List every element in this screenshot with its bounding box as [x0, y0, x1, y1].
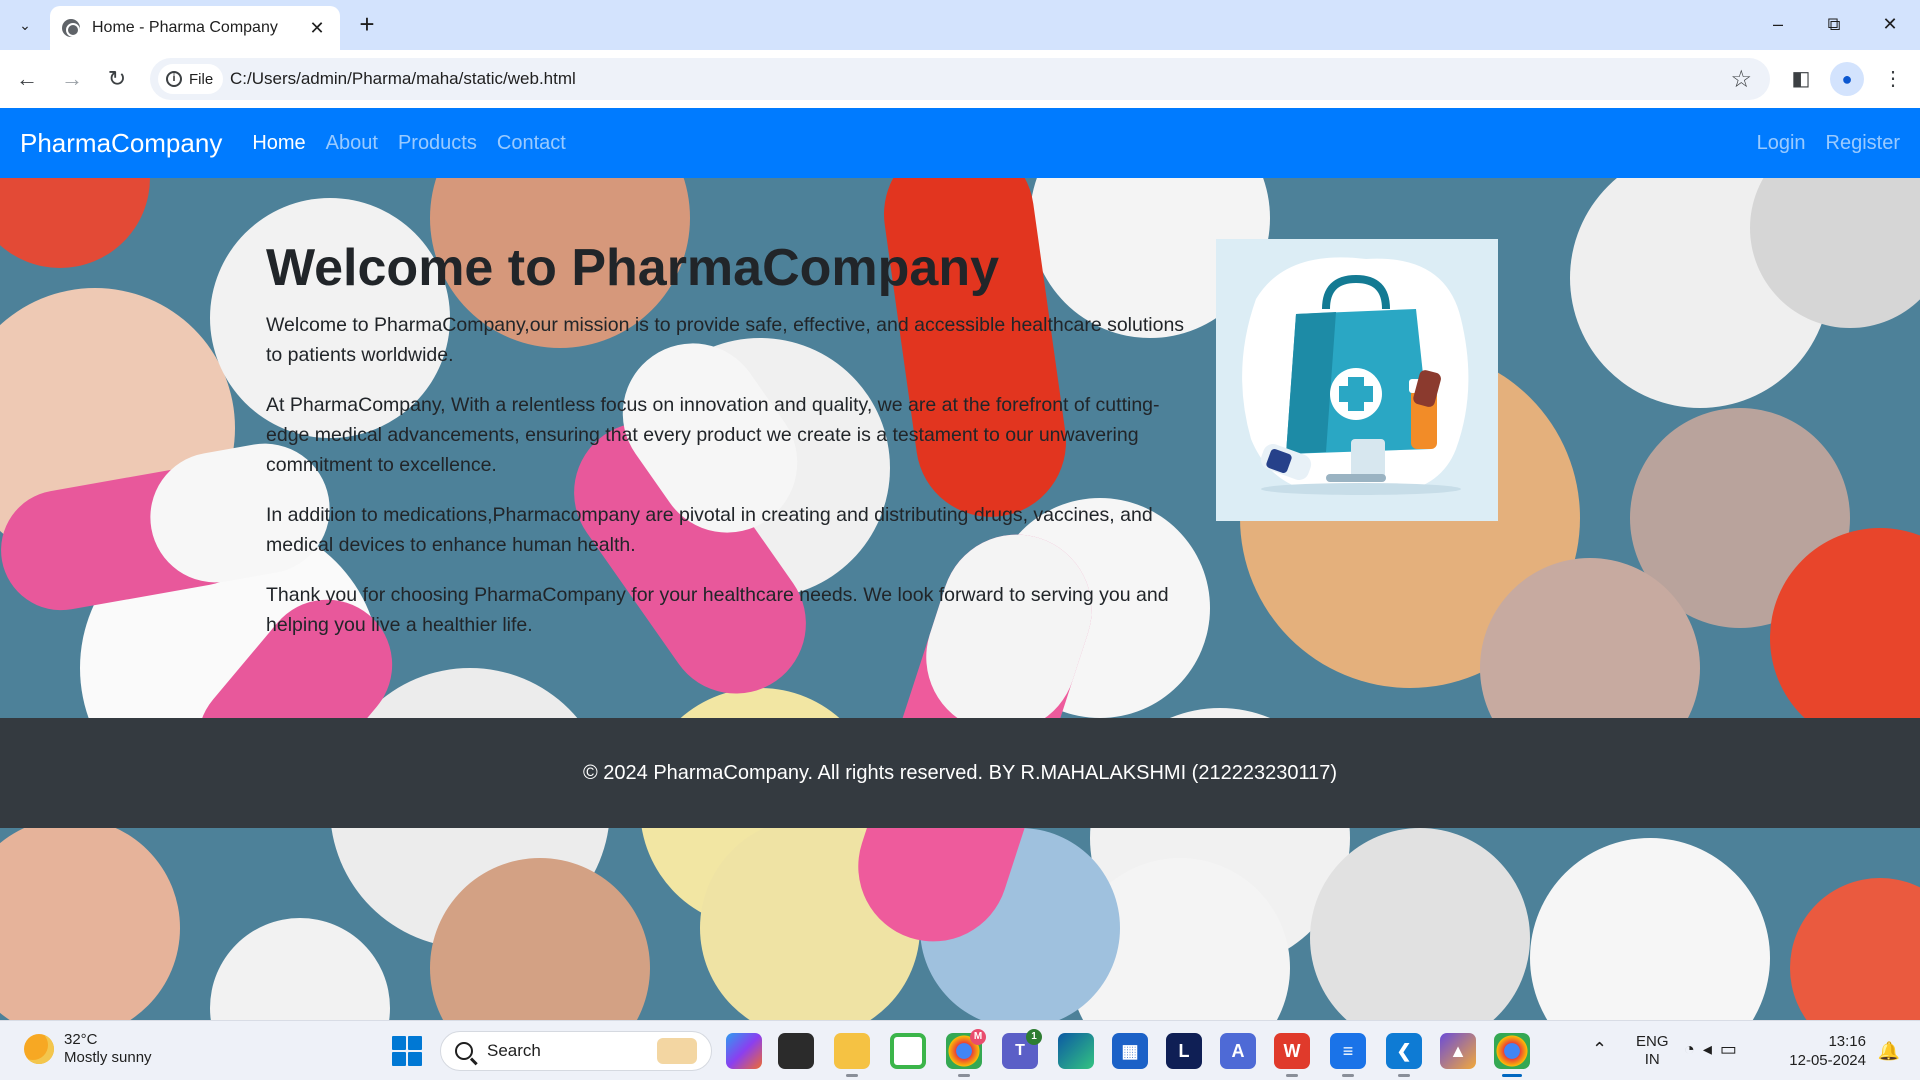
- hero-section: Welcome to PharmaCompany Welcome to Phar…: [0, 178, 1920, 718]
- chrome-profile-icon[interactable]: M: [946, 1029, 986, 1077]
- page-title: Welcome to PharmaCompany: [266, 239, 1000, 297]
- innovation-paragraph: At PharmaCompany, With a relentless focu…: [266, 394, 1160, 476]
- search-icon: [455, 1042, 473, 1060]
- language-indicator[interactable]: ENG IN: [1636, 1033, 1669, 1069]
- intro-paragraph: Welcome to PharmaCompany,our mission is …: [266, 314, 1185, 366]
- browser-tab-strip: ⌄ Home - Pharma Company ✕ + – ⧉ ✕: [0, 0, 1920, 50]
- medical-bag-illustration: [1216, 239, 1498, 521]
- footer-copyright: © 2024 PharmaCompany. All rights reserve…: [583, 761, 1337, 784]
- chrome-icon[interactable]: [1494, 1033, 1530, 1077]
- close-tab-icon[interactable]: ✕: [306, 18, 328, 39]
- clock-time: 13:16: [1828, 1033, 1866, 1050]
- partly-sunny-icon: [24, 1034, 54, 1064]
- vscode-icon[interactable]: ❮: [1386, 1033, 1422, 1077]
- store-icon[interactable]: ▦: [1112, 1033, 1148, 1069]
- network-volume-battery-icons[interactable]: ◔◂▭: [1684, 1039, 1745, 1060]
- nav-link-products[interactable]: Products: [398, 132, 477, 155]
- windows-start-icon[interactable]: [392, 1036, 422, 1066]
- back-icon[interactable]: ←: [10, 62, 44, 96]
- photos-icon[interactable]: ▲: [1440, 1033, 1476, 1069]
- l-app-icon[interactable]: L: [1166, 1033, 1202, 1069]
- auth-links: Login Register: [1737, 132, 1900, 155]
- teams-icon[interactable]: T 1: [1002, 1029, 1042, 1069]
- site-footer: © 2024 PharmaCompany. All rights reserve…: [0, 718, 1920, 828]
- weather-desc: Mostly sunny: [64, 1049, 152, 1066]
- weather-temp: 32°C: [64, 1031, 98, 1048]
- clock-date: 12-05-2024: [1789, 1052, 1866, 1069]
- url-text[interactable]: C:/Users/admin/Pharma/maha/static/web.ht…: [230, 69, 576, 89]
- menu-kebab-icon[interactable]: ⋮: [1876, 62, 1910, 96]
- brand-logo[interactable]: PharmaCompany: [20, 128, 222, 159]
- profile-avatar-icon[interactable]: ●: [1830, 62, 1864, 96]
- side-panel-icon[interactable]: ◧: [1784, 62, 1818, 96]
- notification-bell-icon[interactable]: 🔔: [1878, 1041, 1900, 1062]
- lang-code: ENG: [1636, 1033, 1669, 1050]
- forward-icon[interactable]: →: [55, 62, 89, 96]
- page-viewport: PharmaCompany Home About Products Contac…: [0, 108, 1920, 1020]
- lang-region: IN: [1644, 1051, 1660, 1068]
- tab-search-icon[interactable]: ⌄: [8, 9, 42, 41]
- browser-tab[interactable]: Home - Pharma Company ✕: [50, 6, 340, 50]
- info-icon: i: [166, 71, 182, 87]
- edge-icon[interactable]: [1058, 1033, 1094, 1069]
- site-navbar: PharmaCompany Home About Products Contac…: [0, 108, 1920, 178]
- search-highlight-icon: [657, 1038, 697, 1064]
- nav-link-login[interactable]: Login: [1757, 132, 1806, 155]
- chrome-profile-badge: M: [970, 1029, 986, 1045]
- thanks-paragraph: Thank you for choosing PharmaCompany for…: [266, 584, 1169, 636]
- nav-link-about[interactable]: About: [326, 132, 378, 155]
- file-explorer-icon[interactable]: [834, 1033, 870, 1077]
- restore-icon[interactable]: ⧉: [1814, 8, 1854, 40]
- chip-label: File: [189, 70, 214, 88]
- refresh-app-icon[interactable]: [890, 1033, 926, 1069]
- wps-office-icon[interactable]: W: [1274, 1033, 1310, 1077]
- address-bar[interactable]: i File C:/Users/admin/Pharma/maha/static…: [150, 58, 1770, 100]
- a-app-icon[interactable]: A: [1220, 1033, 1256, 1069]
- taskbar-search[interactable]: Search: [440, 1031, 712, 1071]
- bookmark-star-icon[interactable]: ☆: [1730, 65, 1752, 94]
- browser-toolbar: ← → ↻ i File C:/Users/admin/Pharma/maha/…: [0, 50, 1920, 108]
- tab-title: Home - Pharma Company: [92, 19, 278, 36]
- nav-link-contact[interactable]: Contact: [497, 132, 566, 155]
- copilot-icon[interactable]: [726, 1033, 762, 1069]
- reload-icon[interactable]: ↻: [100, 62, 134, 96]
- globe-icon: [62, 19, 80, 37]
- system-clock[interactable]: 13:16 12-05-2024: [1789, 1032, 1866, 1070]
- show-hidden-icons-icon[interactable]: ⌃: [1592, 1039, 1607, 1060]
- teams-badge: 1: [1026, 1029, 1042, 1045]
- nav-link-register[interactable]: Register: [1826, 132, 1900, 155]
- products-paragraph: In addition to medications,Pharmacompany…: [266, 504, 1153, 556]
- weather-widget[interactable]: 32°C Mostly sunny: [24, 1031, 152, 1067]
- close-window-icon[interactable]: ✕: [1870, 8, 1910, 40]
- search-label: Search: [487, 1041, 541, 1060]
- new-tab-button[interactable]: +: [352, 10, 382, 40]
- taskbar: 32°C Mostly sunny Search M T 1 ▦ L A W ≡…: [0, 1020, 1920, 1080]
- site-info-chip[interactable]: i File: [158, 64, 224, 94]
- nav-link-home[interactable]: Home: [252, 132, 305, 155]
- task-view-icon[interactable]: [778, 1033, 814, 1069]
- minimize-icon[interactable]: –: [1758, 8, 1798, 40]
- notepad-icon[interactable]: ≡: [1330, 1033, 1366, 1077]
